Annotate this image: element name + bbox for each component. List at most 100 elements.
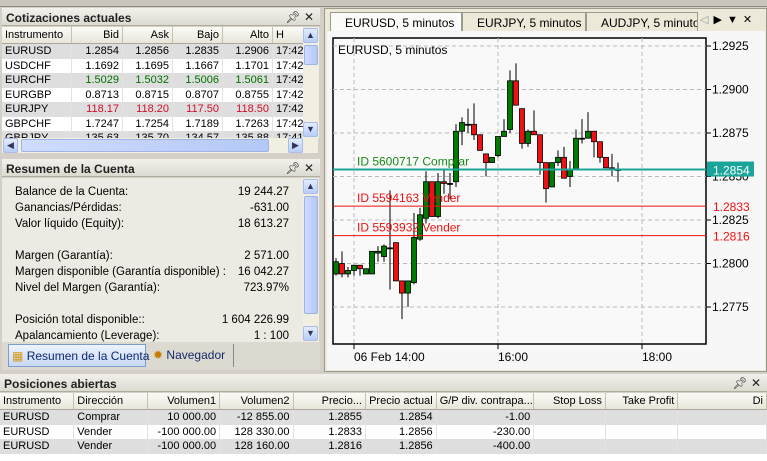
position-row[interactable]: EURUSD Vender -100 000.00 128 160.00 1.2816 1… bbox=[0, 439, 767, 454]
cell-time: 17:42 bbox=[273, 116, 304, 131]
account-item: Valor líquido (Equity): 18 613.27 bbox=[15, 218, 289, 234]
tab-audjpy-chart[interactable]: AUDJPY, 5 minutos bbox=[586, 12, 698, 31]
candle-body bbox=[357, 264, 363, 270]
column-header[interactable]: Precio... bbox=[294, 393, 366, 409]
candle-body bbox=[471, 123, 477, 136]
tab-navigator[interactable]: ✹ Navegador bbox=[150, 344, 234, 367]
cell-ask: 1.7254 bbox=[123, 116, 173, 131]
quote-row[interactable]: EURCHF 1.5029 1.5032 1.5006 1.5061 17:42 bbox=[2, 73, 304, 88]
tab-label: Navegador bbox=[166, 348, 226, 362]
pin-icon[interactable]: 📌︎ bbox=[732, 376, 747, 390]
scroll-up-icon[interactable]: ▲ bbox=[303, 179, 318, 194]
tab-eurusd-chart[interactable]: EURUSD, 5 minutos bbox=[330, 12, 462, 31]
column-header[interactable]: Bajo bbox=[173, 27, 223, 43]
cell-bid: 1.7247 bbox=[72, 116, 123, 131]
cell-time: 17:42 bbox=[273, 58, 304, 73]
column-header[interactable]: G/P div. contrapa... bbox=[437, 393, 535, 409]
column-header[interactable]: Volumen1 bbox=[148, 393, 221, 409]
cell-tp bbox=[606, 424, 679, 439]
tab-label: EURUSD, 5 minutos bbox=[345, 16, 455, 30]
cell-time: 17:42 bbox=[273, 87, 304, 102]
column-header[interactable]: Volumen2 bbox=[220, 393, 294, 409]
column-header[interactable]: Take Profit bbox=[606, 393, 679, 409]
cell-dir: Vender bbox=[74, 439, 148, 454]
order-line-label: ID 5593932 Vender bbox=[357, 221, 460, 235]
column-header[interactable]: Precio actual bbox=[366, 393, 437, 409]
candle-body bbox=[399, 280, 405, 294]
y-tick-label: 1.2925 bbox=[712, 39, 749, 53]
scroll-down-icon[interactable]: ▼ bbox=[303, 326, 318, 341]
scroll-right-icon[interactable]: ▶ bbox=[288, 138, 303, 153]
pin-icon[interactable]: 📌︎ bbox=[285, 10, 300, 24]
tab-scroll-right-icon[interactable]: ▶ bbox=[713, 14, 726, 26]
cell-low: 1.7189 bbox=[173, 116, 223, 131]
account-value: 16 042.27 bbox=[237, 266, 289, 278]
tab-list-icon[interactable]: ▼ bbox=[727, 14, 743, 26]
account-panel-title: Resumen de la Cuenta 📌︎ ✕ bbox=[2, 159, 320, 177]
quote-row[interactable]: EURUSD 1.2854 1.2856 1.2835 1.2906 17:42 bbox=[2, 44, 304, 59]
close-icon[interactable]: ✕ bbox=[304, 10, 314, 24]
candle-body bbox=[495, 136, 501, 157]
tab-account-summary[interactable]: ▦ Resumen de la Cuenta bbox=[8, 344, 149, 367]
quote-row[interactable]: USDCHF 1.1692 1.1695 1.1667 1.1701 17:42 bbox=[2, 58, 304, 73]
column-header[interactable]: H bbox=[273, 27, 304, 43]
column-header[interactable]: Di bbox=[678, 393, 767, 409]
cell-bid: 118.17 bbox=[72, 102, 123, 117]
y-tick-label: 1.2800 bbox=[712, 257, 749, 271]
cell-sym: EURGBP bbox=[2, 87, 72, 102]
close-icon[interactable]: ✕ bbox=[751, 376, 761, 390]
scroll-down-icon[interactable]: ▼ bbox=[303, 122, 318, 137]
candle-body bbox=[591, 130, 597, 143]
account-value: 2 571.00 bbox=[244, 250, 289, 262]
column-header[interactable]: Dirección bbox=[74, 393, 148, 409]
close-icon[interactable]: ✕ bbox=[304, 161, 314, 175]
price-chart[interactable]: 1.29251.29001.28751.28501.28251.28001.27… bbox=[327, 31, 765, 370]
quotes-vscrollbar[interactable]: ▲ ▼ bbox=[303, 27, 319, 138]
quote-row[interactable]: EURGBP 0.8713 0.8715 0.8707 0.8755 17:42 bbox=[2, 87, 304, 102]
quote-row[interactable]: EURJPY 118.17 118.20 117.50 118.50 17:42 bbox=[2, 102, 304, 117]
quotes-hscrollbar[interactable]: ◀ ▶ bbox=[2, 138, 318, 153]
candle bbox=[369, 250, 375, 275]
cell-cur: 1.2856 bbox=[366, 424, 437, 439]
wheel-icon: ✹ bbox=[153, 348, 164, 362]
pin-icon[interactable]: 📌︎ bbox=[285, 161, 300, 175]
candle-body bbox=[459, 122, 465, 132]
tab-label: Resumen de la Cuenta bbox=[26, 349, 150, 363]
candle-body bbox=[381, 245, 387, 257]
scroll-up-icon[interactable]: ▲ bbox=[303, 28, 318, 43]
position-row[interactable]: EURUSD Comprar 10 000.00 -12 855.00 1.2855 1.… bbox=[0, 410, 767, 425]
candle-body bbox=[447, 183, 453, 185]
quote-row[interactable]: GBPJPY 135.63 135.70 134.57 135.88 17:41 bbox=[2, 131, 304, 138]
column-header[interactable]: Alto bbox=[223, 27, 273, 43]
account-vscrollbar[interactable]: ▲ ▼ bbox=[303, 178, 319, 342]
candle-body bbox=[465, 123, 471, 126]
column-header[interactable]: Stop Loss bbox=[534, 393, 606, 409]
account-value: 18 613.27 bbox=[237, 218, 289, 230]
candle-body bbox=[489, 156, 495, 163]
cell-cur: 1.2854 bbox=[366, 410, 437, 425]
y-tick-label: 1.2900 bbox=[712, 83, 749, 97]
toolbar-strip bbox=[0, 0, 767, 7]
cell-tp bbox=[606, 410, 679, 425]
column-header[interactable]: Instrumento bbox=[2, 27, 72, 43]
column-header[interactable]: Ask bbox=[123, 27, 173, 43]
quote-row[interactable]: GBPCHF 1.7247 1.7254 1.7189 1.7263 17:42 bbox=[2, 116, 304, 131]
candle-body bbox=[573, 137, 579, 170]
column-header[interactable]: Bid bbox=[72, 27, 123, 43]
cell-ask: 135.70 bbox=[123, 131, 173, 138]
cell-pl: -1.00 bbox=[437, 410, 535, 425]
position-row[interactable]: EURUSD Vender -100 000.00 128 330.00 1.2833 1… bbox=[0, 424, 767, 439]
tab-scroll-left-icon[interactable]: ◁ bbox=[700, 14, 713, 26]
tab-eurjpy-chart[interactable]: EURJPY, 5 minutos bbox=[462, 12, 586, 31]
candle-body bbox=[561, 156, 567, 179]
cell-sym: USDCHF bbox=[2, 58, 72, 73]
close-chart-icon[interactable]: ✕ bbox=[743, 14, 757, 26]
cell-sym: EURUSD bbox=[0, 410, 75, 425]
order-line-label: ID 5600717 Comprar bbox=[357, 155, 469, 169]
candle-body bbox=[525, 130, 531, 144]
column-header[interactable]: Instrumento bbox=[0, 393, 75, 409]
candle-body bbox=[351, 264, 357, 271]
account-label: Nivel del Margen (Garantía): bbox=[15, 282, 161, 294]
scroll-left-icon[interactable]: ◀ bbox=[3, 138, 18, 153]
quotes-title: Cotizaciones actuales bbox=[6, 11, 132, 25]
